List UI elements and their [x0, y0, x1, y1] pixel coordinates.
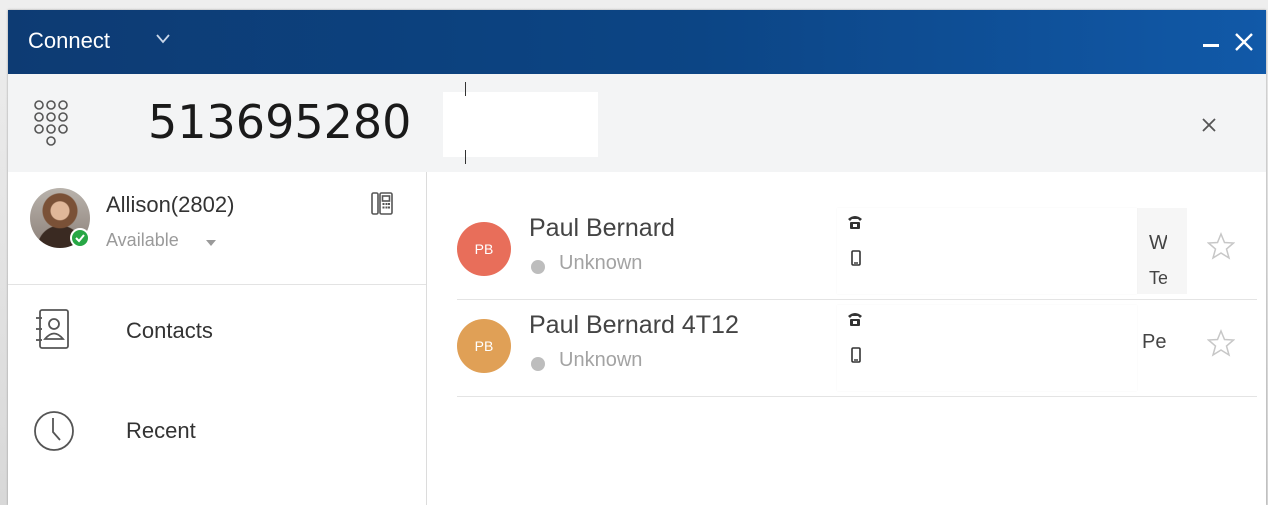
redacted-area — [837, 305, 1137, 391]
favorite-star-icon[interactable] — [1207, 329, 1235, 357]
unknown-status-icon — [531, 357, 545, 371]
chevron-down-icon[interactable] — [155, 32, 171, 46]
phone-icon[interactable] — [847, 311, 863, 327]
redacted-area — [837, 208, 1137, 294]
minimize-button[interactable] — [1197, 24, 1225, 60]
search-results: PB Paul Bernard Unknown W Te PB Paul Ber… — [427, 172, 1266, 505]
left-panel: Allison(2802) Available Contacts Recent — [8, 172, 427, 505]
phone-icon[interactable] — [847, 214, 863, 230]
contact-detail-clip: Pers — [1117, 305, 1167, 391]
contact-status: Unknown — [559, 349, 643, 371]
window-frame: Connect 513695280 Allison(2802) Availabl… — [0, 0, 1268, 505]
contact-result-row[interactable]: PB Paul Bernard Unknown W Te — [457, 202, 1257, 300]
text-cursor — [465, 74, 466, 164]
contacts-icon — [36, 309, 69, 349]
mobile-phone-icon[interactable] — [851, 250, 861, 266]
title-bar: Connect — [8, 10, 1266, 74]
deskphone-icon[interactable] — [371, 192, 393, 216]
dial-bar — [8, 74, 1266, 173]
contact-initials-avatar: PB — [457, 222, 511, 276]
presence-status-dropdown[interactable]: Available — [106, 230, 179, 251]
favorite-star-icon[interactable] — [1207, 232, 1235, 260]
caret-down-icon[interactable] — [206, 240, 216, 246]
contact-detail-line: W — [1149, 232, 1167, 254]
avatar[interactable] — [30, 188, 90, 248]
mobile-phone-icon[interactable] — [851, 347, 861, 363]
contact-result-row[interactable]: PB Paul Bernard 4T12 Unknown Pers — [457, 299, 1257, 397]
contact-initials-avatar: PB — [457, 319, 511, 373]
clear-icon[interactable] — [1198, 114, 1220, 136]
sidebar-item-label: Contacts — [126, 318, 213, 343]
close-window-icon[interactable] — [1232, 30, 1256, 54]
minimize-icon — [1203, 44, 1219, 47]
contact-detail-line: Te — [1149, 268, 1167, 288]
connect-window: Connect 513695280 Allison(2802) Availabl… — [8, 10, 1266, 505]
clock-icon — [34, 411, 74, 451]
contact-detail-clip: W Te — [1142, 208, 1167, 294]
redacted-area — [443, 92, 598, 157]
unknown-status-icon — [531, 260, 545, 274]
dial-number-input[interactable] — [148, 92, 478, 152]
contact-name: Paul Bernard 4T12 — [529, 311, 739, 339]
user-name: Allison(2802) — [106, 192, 235, 217]
sidebar-item-recent[interactable]: Recent — [8, 384, 426, 484]
sidebar-item-contacts[interactable]: Contacts — [8, 284, 426, 384]
contact-detail-line: Pers — [1142, 331, 1167, 353]
contact-name: Paul Bernard — [529, 214, 675, 242]
sidebar-item-label: Recent — [126, 418, 196, 443]
dialpad-icon[interactable] — [33, 98, 69, 148]
contact-status: Unknown — [559, 252, 643, 274]
available-status-icon — [70, 228, 90, 248]
user-profile: Allison(2802) Available — [8, 172, 426, 285]
app-title[interactable]: Connect — [28, 28, 110, 54]
